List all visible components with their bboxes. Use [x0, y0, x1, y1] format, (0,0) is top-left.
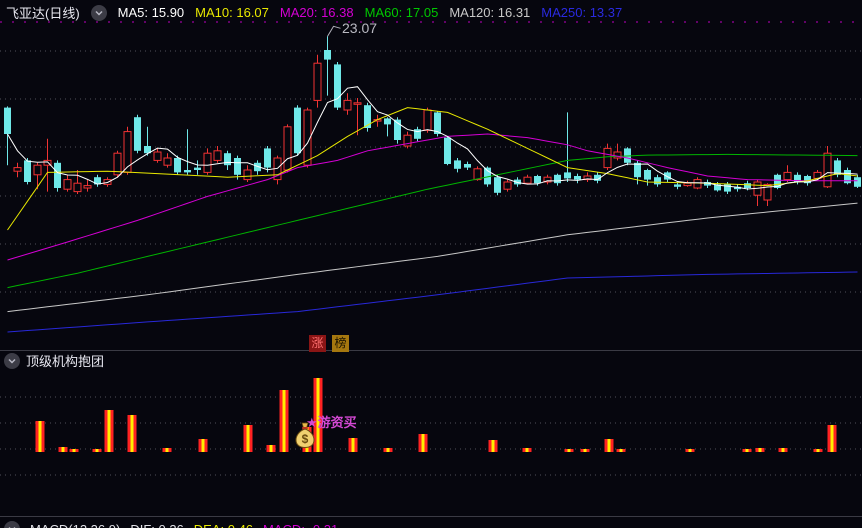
ma5-readout: MA5: 15.90: [117, 5, 185, 20]
bottom-indicator-row: MACD(12,26,9) DIF: 0.36 DEA: 0.46 MACD: …: [4, 521, 338, 528]
peak-price-label: 23.07: [342, 20, 378, 36]
chevron-down-icon[interactable]: [90, 4, 107, 21]
chevron-down-icon[interactable]: [4, 352, 20, 369]
ma20-readout: MA20: 16.38: [279, 5, 354, 20]
indicator-segment: DEA: 0.46: [194, 522, 253, 528]
board-badge[interactable]: 榜: [332, 335, 349, 352]
ma10-readout: MA10: 16.07: [195, 5, 269, 20]
indicator-segment: MACD(12,26,9): [30, 522, 120, 528]
candlestick-chart[interactable]: [0, 0, 862, 528]
rise-badge[interactable]: 涨: [309, 335, 326, 352]
ma60-readout: MA60: 17.05: [364, 5, 439, 20]
institution-panel-header: 顶级机构抱团: [4, 351, 104, 370]
institution-panel-title: 顶级机构抱团: [26, 354, 105, 369]
stock-chart-window: 飞亚达(日线) MA5: 15.90 MA10: 16.07 MA20: 16.…: [0, 0, 862, 528]
indicator-segment: MACD: -0.21: [263, 522, 338, 528]
ma250-readout: MA250: 13.37: [541, 5, 623, 20]
chevron-down-icon[interactable]: [4, 521, 20, 528]
indicator-segment: DIF: 0.36: [130, 522, 183, 528]
stock-title: 飞亚达(日线): [6, 6, 80, 21]
hot-money-marker: ★游资买: [306, 415, 357, 430]
ma120-readout: MA120: 16.31: [449, 5, 531, 20]
indicator-header-bar: 飞亚达(日线) MA5: 15.90 MA10: 16.07 MA20: 16.…: [6, 3, 622, 22]
svg-text:$: $: [302, 432, 309, 446]
badge-row: 涨 榜: [309, 335, 349, 352]
